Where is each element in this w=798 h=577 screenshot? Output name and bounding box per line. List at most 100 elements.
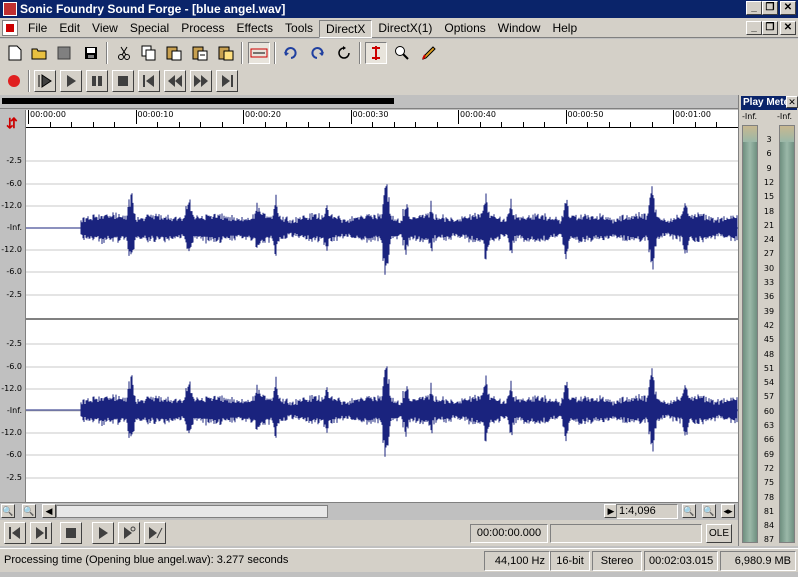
meter-right-peak: -Inf. <box>777 112 793 121</box>
mix-icon[interactable] <box>215 42 237 64</box>
horizontal-scrollbar[interactable] <box>56 505 328 518</box>
play-meter-close-icon[interactable]: ✕ <box>786 96 798 108</box>
scroll-left-icon[interactable]: ◀ <box>42 504 56 518</box>
file-length: 00:02:03.015 <box>644 551 718 571</box>
wave-play-selection-icon[interactable] <box>144 522 166 544</box>
menu-file[interactable]: File <box>22 20 53 38</box>
waveform-display <box>26 160 738 479</box>
wave-go-to-end-icon[interactable] <box>30 522 52 544</box>
level-label: -6.0 <box>6 179 22 188</box>
close-file-icon[interactable] <box>53 42 75 64</box>
play-meter-panel: Play Meter ✕ -Inf. -Inf. 3 6 9 12 15 18 21 24 27… <box>738 95 798 546</box>
time-ruler[interactable]: 00:00:00 00:00:10 00:00:20 00:00:30 00:00:40… <box>26 110 760 128</box>
magnify-tool-icon[interactable] <box>391 42 413 64</box>
ruler-tick: 00:00:50 <box>565 110 604 124</box>
standard-toolbar <box>0 39 798 67</box>
ruler-corner[interactable]: ⇵ <box>0 110 26 136</box>
undo-icon[interactable] <box>280 42 302 64</box>
new-icon[interactable] <box>4 42 26 64</box>
play-all-icon[interactable] <box>34 70 56 92</box>
cut-icon[interactable] <box>113 42 135 64</box>
menu-tools[interactable]: Tools <box>279 20 319 38</box>
meter-scale-label: 9 <box>766 163 772 173</box>
menu-special[interactable]: Special <box>124 20 175 38</box>
open-icon[interactable] <box>28 42 50 64</box>
menu-edit[interactable]: Edit <box>53 20 86 38</box>
meter-scale-label: 24 <box>763 235 775 245</box>
menu-bar: File Edit View Special Process Effects Tools Di… <box>0 18 798 38</box>
meter-scale-label: 69 <box>763 449 775 459</box>
level-label: -2.5 <box>6 473 22 482</box>
ruler-minor-tick <box>436 122 438 128</box>
doc-minimize-button[interactable]: _ <box>746 21 762 35</box>
menu-directx-1[interactable]: DirectX(1) <box>372 20 438 38</box>
copy-icon[interactable] <box>138 42 160 64</box>
meter-scale-label: 45 <box>763 335 775 345</box>
meter-scale-label: 57 <box>763 392 775 402</box>
document-icon[interactable] <box>2 20 18 36</box>
restore-button[interactable]: ❐ <box>762 1 778 15</box>
wave-stop-icon[interactable] <box>60 522 82 544</box>
menu-directx[interactable]: DirectX <box>319 20 373 38</box>
app-icon[interactable] <box>3 2 17 16</box>
menu-process[interactable]: Process <box>175 20 230 38</box>
edit-tool-icon[interactable] <box>365 42 387 64</box>
meter-scale-label: 12 <box>763 177 775 187</box>
menu-help[interactable]: Help <box>546 20 583 38</box>
level-label: -12.0 <box>1 384 22 393</box>
ruler-minor-tick <box>651 122 653 128</box>
doc-restore-button[interactable]: ❐ <box>762 21 778 35</box>
menu-view[interactable]: View <box>86 20 124 38</box>
zoom-time-in-icon[interactable]: 🔍 <box>702 504 716 518</box>
ruler-tick: 00:00:00 <box>28 110 66 124</box>
close-button[interactable]: ✕ <box>780 1 796 15</box>
doc-close-button[interactable]: ✕ <box>780 21 796 35</box>
go-to-start-icon[interactable] <box>138 70 160 92</box>
stop-icon[interactable] <box>112 70 134 92</box>
zoom-time-out-icon[interactable]: 🔍 <box>682 504 696 518</box>
waveform-channel <box>80 366 738 457</box>
fast-forward-icon[interactable] <box>190 70 212 92</box>
repeat-icon[interactable] <box>333 42 355 64</box>
minimize-button[interactable]: _ <box>746 1 762 15</box>
meter-scale-label: 63 <box>763 421 775 430</box>
menu-options[interactable]: Options <box>438 20 491 38</box>
rewind-icon[interactable] <box>164 70 186 92</box>
ruler-minor-tick <box>200 122 201 128</box>
ruler-tick: 00:00:20 <box>243 110 281 124</box>
ole-button[interactable]: OLE <box>706 524 732 543</box>
zoom-in-icon[interactable]: 🔍 <box>22 504 36 518</box>
meter-scale-label: 30 <box>763 263 775 273</box>
menu-window[interactable]: Window <box>492 20 547 38</box>
level-label: -2.5 <box>6 156 22 165</box>
pause-icon[interactable] <box>86 70 108 92</box>
save-icon[interactable] <box>80 42 102 64</box>
paste-new-icon[interactable] <box>189 42 211 64</box>
overview-view-region[interactable] <box>2 98 394 104</box>
play-icon[interactable] <box>60 70 82 92</box>
menu-effects[interactable]: Effects <box>231 20 279 38</box>
zoom-out-icon[interactable]: 🔍 <box>1 504 15 518</box>
level-label: -Inf. <box>6 406 22 415</box>
meter-scale-label: 42 <box>763 320 775 330</box>
go-to-end-icon[interactable] <box>216 70 238 92</box>
paste-icon[interactable] <box>163 42 185 64</box>
level-label: -12.0 <box>1 201 22 210</box>
wave-go-to-start-icon[interactable] <box>4 522 26 544</box>
zoom-normal-icon[interactable]: ◂▸ <box>721 504 735 518</box>
wave-play-icon[interactable] <box>92 522 114 544</box>
level-label: -12.0 <box>1 428 22 437</box>
ruler-minor-tick <box>694 122 696 128</box>
ruler-minor-tick <box>479 122 481 128</box>
pencil-tool-icon[interactable] <box>418 42 440 64</box>
ruler-minor-tick <box>630 122 631 128</box>
title-bar: Sonic Foundry Sound Forge - [blue angel.… <box>0 0 798 18</box>
record-icon[interactable] <box>3 70 25 92</box>
redo-icon[interactable] <box>306 42 328 64</box>
trim-icon[interactable] <box>248 42 270 64</box>
waveform-area[interactable] <box>26 136 738 502</box>
overview-bar[interactable] <box>0 95 738 109</box>
ruler-tick: 00:00:40 <box>458 110 496 124</box>
wave-play-looped-icon[interactable] <box>118 522 140 544</box>
meter-scale-label: 3 <box>766 135 772 144</box>
